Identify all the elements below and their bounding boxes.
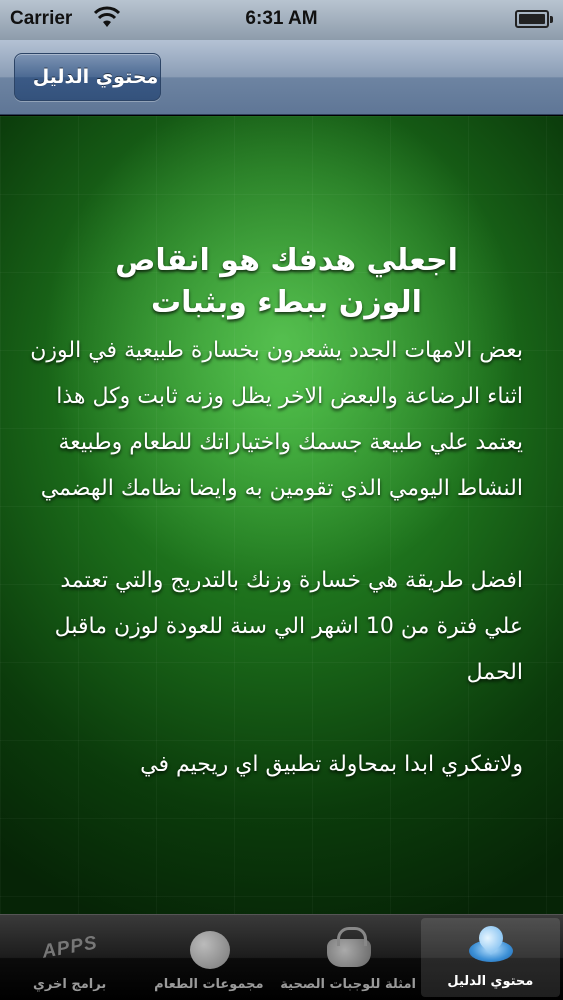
water-drop-icon bbox=[465, 922, 515, 968]
tab-guide-content[interactable]: محتوي الدليل bbox=[420, 918, 560, 997]
tab-label: برامج اخري bbox=[33, 977, 107, 992]
apps-icon: APPS bbox=[40, 932, 99, 963]
tab-food-groups[interactable]: مجموعات الطعام bbox=[139, 915, 278, 1000]
apple-icon bbox=[184, 925, 234, 971]
tab-label: مجموعات الطعام bbox=[154, 977, 264, 992]
battery-icon bbox=[515, 10, 553, 28]
article-paragraph: افضل طريقة هي خسارة وزنك بالتدريج والتي … bbox=[54, 568, 523, 685]
tab-other-apps[interactable]: APPS برامج اخري bbox=[0, 915, 139, 1000]
back-button[interactable]: محتوي الدليل bbox=[14, 53, 161, 101]
tab-label: محتوي الدليل bbox=[447, 974, 534, 989]
article: اجعلي هدفك هو انقاص الوزن ببطء وبثبات بع… bbox=[30, 240, 523, 788]
content-area[interactable]: اجعلي هدفك هو انقاص الوزن ببطء وبثبات بع… bbox=[0, 116, 563, 914]
tab-label: امثلة للوجبات الصحية bbox=[280, 977, 416, 992]
tab-bar: APPS برامج اخري مجموعات الطعام امثلة للو… bbox=[0, 914, 563, 1000]
navigation-bar: محتوي الدليل bbox=[0, 40, 563, 115]
article-paragraph: بعض الامهات الجدد يشعرون بخسارة طبيعية ف… bbox=[30, 338, 523, 501]
article-title: اجعلي هدفك هو انقاص الوزن ببطء وبثبات bbox=[115, 243, 458, 320]
back-button-label: محتوي الدليل bbox=[32, 66, 159, 88]
article-body: بعض الامهات الجدد يشعرون بخسارة طبيعية ف… bbox=[30, 328, 523, 788]
clock: 6:31 AM bbox=[245, 8, 318, 29]
tab-healthy-meals[interactable]: امثلة للوجبات الصحية bbox=[279, 915, 418, 1000]
status-bar: Carrier 6:31 AM bbox=[0, 0, 563, 40]
basket-icon bbox=[323, 925, 373, 971]
article-paragraph: ولاتفكري ابدا بمحاولة تطبيق اي ريجيم في bbox=[140, 752, 523, 777]
